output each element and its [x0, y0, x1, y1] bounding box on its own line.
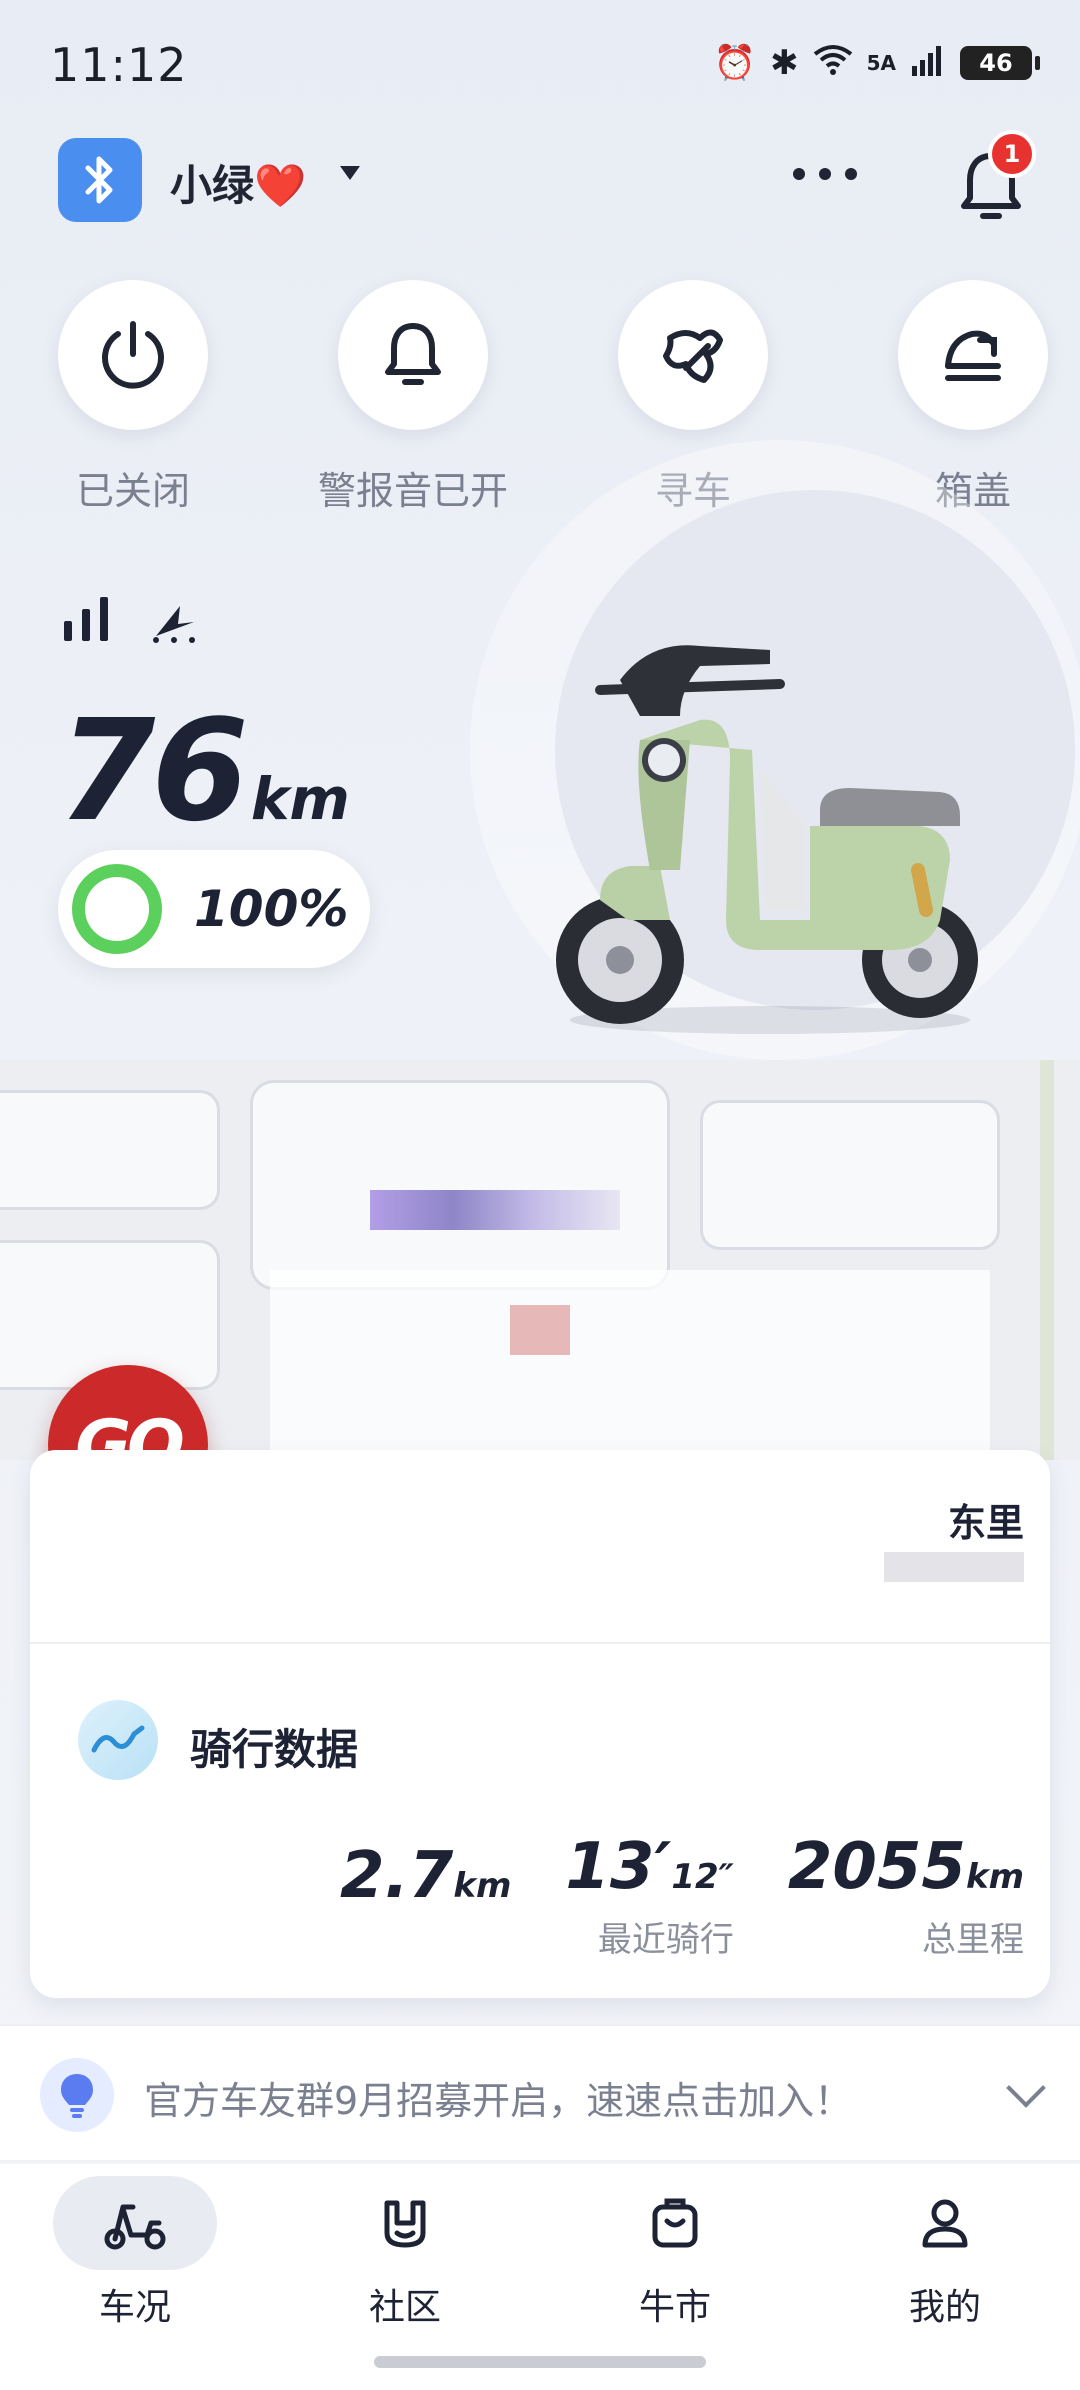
stat-value: 13′ [565, 1830, 672, 1904]
stat-label: 总里程 [922, 1920, 1024, 1960]
map-road [0, 1090, 220, 1210]
more-dot-icon [793, 168, 805, 180]
location-address[interactable]: 东里 [948, 1492, 1024, 1547]
lightbulb-icon [40, 2058, 114, 2132]
map-road [1040, 1060, 1054, 1460]
more-dot-icon [819, 168, 831, 180]
status-bar: 11:12 ⏰ ✱ 5A 46 [0, 0, 1080, 130]
tab-label: 社区 [368, 2287, 441, 2328]
range-unit: km [250, 765, 350, 833]
tab-community[interactable]: 社区 [310, 2176, 500, 2330]
divider [30, 1642, 1050, 1644]
more-dot-icon [845, 168, 857, 180]
stat-last-ride-duration: 13′12″ 最近骑行 [565, 1830, 733, 1961]
map-blur-overlay [270, 1270, 990, 1460]
device-name[interactable]: 小绿❤️ [170, 152, 306, 213]
power-button[interactable]: 已关闭 [58, 280, 208, 515]
stat-unit: 12″ [671, 1857, 734, 1897]
notice-banner[interactable]: 官方车友群9月招募开启，速速点击加入！ [0, 2024, 1080, 2162]
battery-ring-icon [72, 864, 162, 954]
tab-label: 我的 [908, 2287, 981, 2328]
tab-profile[interactable]: 我的 [850, 2176, 1040, 2330]
map-label-redacted [370, 1190, 620, 1230]
stat-value: 2.7 [339, 1839, 454, 1913]
ride-data-title[interactable]: 骑行数据 [190, 1716, 358, 1777]
tab-shop[interactable]: 牛市 [580, 2176, 770, 2330]
bell-icon [385, 323, 441, 385]
remaining-range: 76 km [58, 690, 350, 853]
community-tab-icon [384, 2200, 426, 2248]
shop-tab-icon [652, 2198, 698, 2248]
alarm-sound-button[interactable]: 警报音已开 [318, 280, 508, 515]
power-icon [102, 321, 164, 389]
tab-vehicle-status[interactable]: 车况 [40, 2176, 230, 2330]
find-vehicle-icon [663, 329, 723, 383]
stat-last-distance: 2.7km [340, 1839, 511, 1961]
range-value: 76 [58, 690, 249, 853]
bluetooth-icon [85, 156, 113, 204]
stat-label: 最近骑行 [597, 1920, 734, 1960]
chevron-down-icon[interactable] [1006, 2068, 1046, 2108]
cell-signal-icon [910, 44, 946, 82]
stat-unit: km [453, 1866, 512, 1906]
map-road [250, 1080, 670, 1290]
tab-label: 牛市 [638, 2287, 711, 2328]
tab-label: 车况 [98, 2287, 171, 2328]
alarm-sound-label: 警报音已开 [317, 469, 508, 513]
scooter-image [556, 645, 978, 1034]
stat-unit: km [965, 1857, 1024, 1897]
battery-indicator: 46 [960, 46, 1040, 80]
ride-data-icon [78, 1700, 158, 1780]
more-options-button[interactable] [793, 168, 857, 180]
network-type: 5A [866, 51, 896, 75]
status-time: 11:12 [50, 38, 188, 92]
gps-icon [153, 606, 195, 643]
bluetooth-connect-button[interactable] [58, 138, 142, 222]
power-label: 已关闭 [75, 469, 190, 513]
vehicle-info-card: 东里 骑行数据 2.7km 13′12″ 最近骑行 2055km 总里程 [30, 1450, 1050, 1998]
battery-level-pill[interactable]: 100% [58, 850, 370, 968]
scooter-tab-icon [104, 2204, 166, 2250]
stat-value: 2055 [787, 1830, 966, 1904]
status-icons: ⏰ ✱ 5A 46 [713, 43, 1040, 83]
ride-stats[interactable]: 2.7km 13′12″ 最近骑行 2055km 总里程 [340, 1830, 1024, 1961]
stat-total-mileage: 2055km 总里程 [788, 1830, 1024, 1961]
wifi-icon [813, 44, 853, 82]
home-indicator[interactable] [374, 2356, 706, 2368]
alarm-icon: ⏰ [713, 43, 757, 83]
notice-text: 官方车友群9月招募开启，速速点击加入！ [144, 2079, 853, 2123]
trunk-lid-icon [945, 330, 1001, 381]
map-road [700, 1100, 1000, 1250]
chevron-down-icon[interactable] [340, 166, 360, 180]
header: 小绿❤️ 1 [58, 130, 1038, 222]
battery-percent: 100% [194, 880, 349, 938]
profile-tab-icon [922, 2199, 968, 2248]
signal-strength-icon [64, 597, 108, 641]
address-redacted [884, 1552, 1024, 1582]
bluetooth-status-icon: ✱ [770, 43, 799, 83]
notification-badge: 1 [988, 130, 1036, 178]
stat-label [340, 1921, 511, 1961]
map-marker-redacted [510, 1305, 570, 1355]
